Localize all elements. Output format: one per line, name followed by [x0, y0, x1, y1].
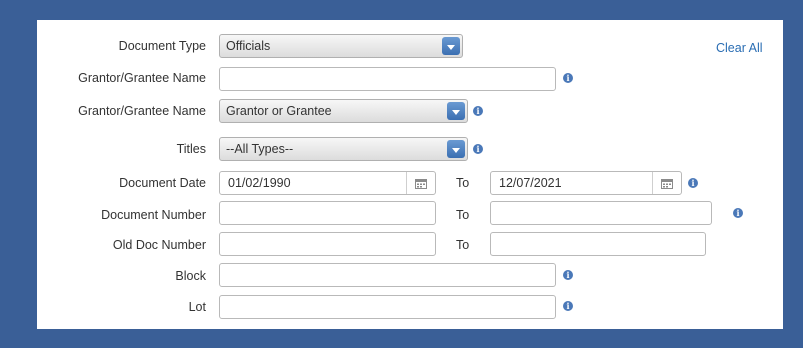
document-number-from-input[interactable] — [219, 201, 436, 225]
grantor-grantee-name-input[interactable] — [219, 67, 556, 91]
document-number-to-label: To — [456, 208, 470, 222]
info-icon[interactable]: i — [473, 106, 483, 116]
lot-input[interactable] — [219, 295, 556, 319]
titles-label: Titles — [176, 142, 206, 156]
info-icon[interactable]: i — [473, 144, 483, 154]
grantor-grantee-name-label: Grantor/Grantee Name — [78, 71, 206, 85]
titles-select[interactable]: --All Types-- — [219, 137, 468, 161]
document-type-select[interactable]: Officials — [219, 34, 463, 58]
document-date-label: Document Date — [119, 176, 206, 190]
old-doc-number-label: Old Doc Number — [112, 238, 206, 252]
info-icon[interactable]: i — [563, 270, 573, 280]
document-type-label: Document Type — [118, 39, 206, 53]
clear-all-link[interactable]: Clear All — [716, 41, 763, 55]
info-icon[interactable]: i — [563, 73, 573, 83]
lot-label: Lot — [188, 300, 206, 314]
document-number-to-input[interactable] — [490, 201, 712, 225]
titles-value: --All Types-- — [226, 142, 294, 156]
date-to-input[interactable]: 12/07/2021 — [490, 171, 682, 195]
info-icon[interactable]: i — [688, 178, 698, 188]
block-input[interactable] — [219, 263, 556, 287]
chevron-down-icon[interactable] — [447, 140, 465, 158]
document-type-value: Officials — [226, 39, 271, 53]
date-from-input[interactable]: 01/02/1990 — [219, 171, 436, 195]
grantor-grantee-type-value: Grantor or Grantee — [226, 104, 332, 118]
document-number-label: Document Number — [101, 208, 206, 222]
block-label: Block — [175, 269, 206, 283]
chevron-down-icon[interactable] — [442, 37, 460, 55]
old-doc-number-to-label: To — [456, 238, 470, 252]
calendar-icon[interactable] — [406, 172, 435, 194]
old-doc-number-from-input[interactable] — [219, 232, 436, 256]
date-to-value: 12/07/2021 — [499, 176, 562, 190]
date-to-label: To — [456, 176, 470, 190]
calendar-icon[interactable] — [652, 172, 681, 194]
old-doc-number-to-input[interactable] — [490, 232, 706, 256]
info-icon[interactable]: i — [563, 301, 573, 311]
date-from-value: 01/02/1990 — [228, 176, 291, 190]
chevron-down-icon[interactable] — [447, 102, 465, 120]
grantor-grantee-type-select[interactable]: Grantor or Grantee — [219, 99, 468, 123]
grantor-grantee-type-label: Grantor/Grantee Name — [78, 104, 206, 118]
info-icon[interactable]: i — [733, 208, 743, 218]
